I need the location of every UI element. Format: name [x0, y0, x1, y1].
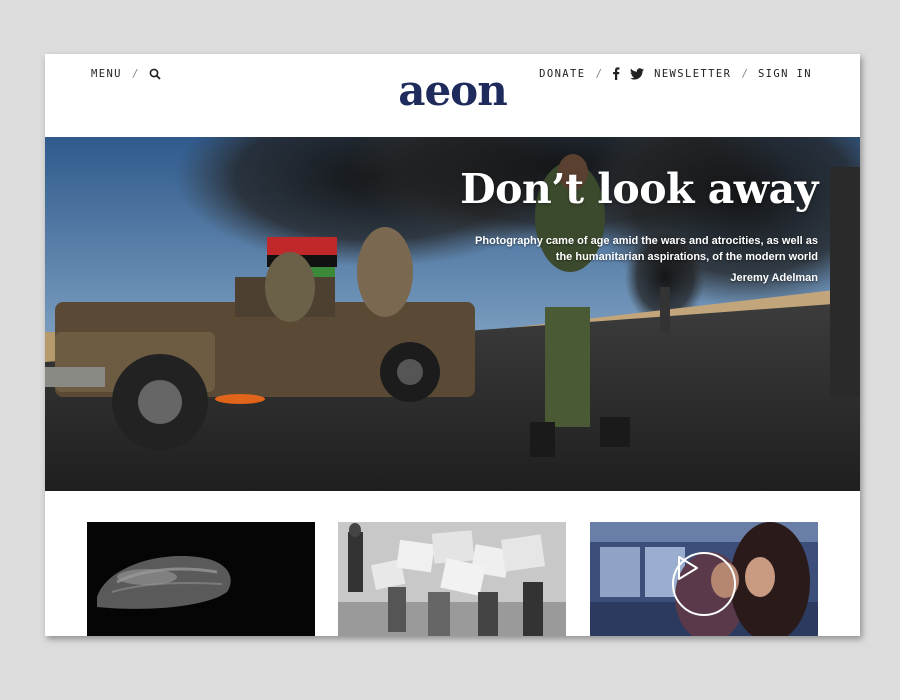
- newsletter-link[interactable]: NEWSLETTER: [654, 68, 731, 80]
- aeon-logo[interactable]: aeon: [398, 66, 508, 116]
- nav-left: MENU /: [91, 67, 161, 80]
- play-icon: [678, 556, 698, 580]
- hero-feature[interactable]: Don’t look away Photography came of age …: [45, 137, 860, 491]
- nav-separator: /: [741, 67, 748, 80]
- hand-in-darkness-photo: [87, 522, 315, 636]
- crowd-carrying-boxes-photo: [338, 522, 566, 636]
- article-card-1[interactable]: [87, 522, 315, 636]
- hero-author[interactable]: Jeremy Adelman: [730, 272, 818, 284]
- nav-separator: /: [131, 67, 139, 80]
- sign-in-link[interactable]: SIGN IN: [758, 68, 812, 80]
- menu-link[interactable]: MENU: [91, 68, 122, 80]
- search-icon[interactable]: [149, 68, 161, 80]
- nav-right: DONATE / NEWSLETTER / SIGN IN: [539, 67, 812, 80]
- nav-separator: /: [595, 67, 603, 80]
- site-header: MENU / aeon DONATE / NEWSLETTER / SIGN I…: [45, 54, 860, 137]
- hero-title[interactable]: Don’t look away: [460, 165, 818, 213]
- browser-page: MENU / aeon DONATE / NEWSLETTER / SIGN I…: [45, 54, 860, 636]
- facebook-icon[interactable]: [612, 67, 620, 80]
- article-card-3[interactable]: [590, 522, 818, 636]
- donate-link[interactable]: DONATE: [539, 68, 585, 80]
- article-card-2[interactable]: [338, 522, 566, 636]
- twitter-icon[interactable]: [630, 67, 645, 80]
- play-video-button[interactable]: [672, 552, 736, 616]
- hero-subtitle: Photography came of age amid the wars an…: [475, 235, 818, 263]
